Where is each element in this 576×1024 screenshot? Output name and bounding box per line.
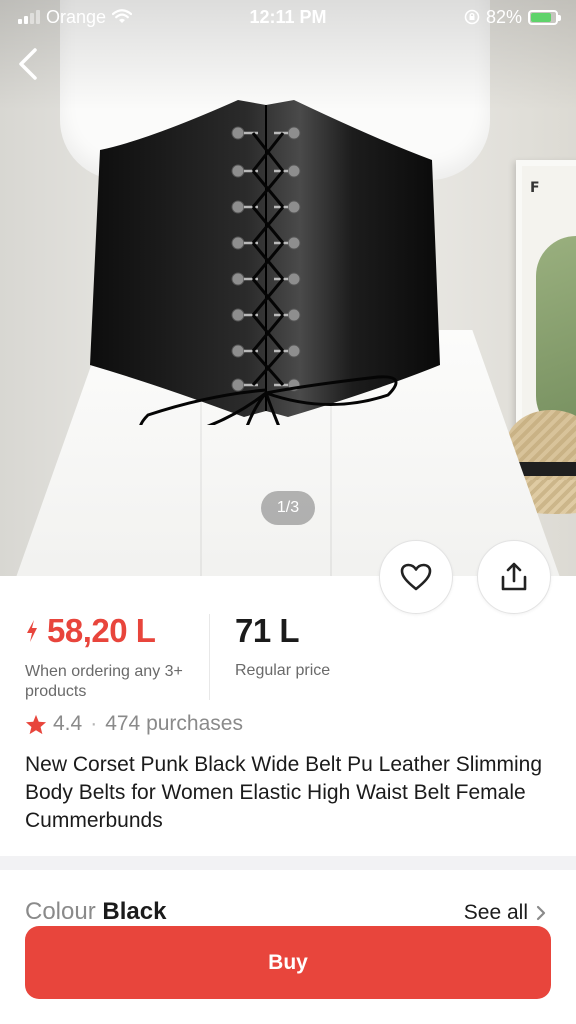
- carrier-name: Orange: [46, 6, 107, 27]
- purchase-count: 474 purchases: [105, 712, 243, 735]
- wifi-icon: [112, 9, 133, 23]
- status-left: Orange: [18, 7, 218, 28]
- favorite-button[interactable]: [379, 540, 453, 614]
- section-divider: [0, 856, 576, 870]
- product-info: 58,20 L When ordering any 3+ products 71…: [0, 576, 576, 858]
- regular-price-block: 71 L Regular price: [235, 612, 330, 680]
- sale-price: 58,20 L: [25, 612, 211, 650]
- sale-price-value: 58,20 L: [47, 612, 156, 649]
- bolt-icon: [27, 620, 37, 642]
- see-all-link[interactable]: See all: [464, 901, 546, 925]
- frame-leaf: [536, 236, 576, 436]
- corset-belt-image: [88, 95, 444, 526]
- rating-separator: ·: [90, 712, 98, 735]
- share-icon: [501, 562, 527, 591]
- rotation-lock-icon: [464, 9, 480, 25]
- battery-percent: 82%: [485, 6, 522, 27]
- product-title: New Corset Punk Black Wide Belt Pu Leath…: [25, 753, 543, 832]
- status-time: 12:11 PM: [249, 6, 327, 27]
- back-arrow-icon: [19, 48, 37, 80]
- price-divider: [209, 614, 210, 700]
- rating-row[interactable]: 4.4 · 474 purchases: [25, 712, 243, 736]
- rating-value: 4.4: [53, 712, 83, 735]
- corset-belt-svg: [90, 100, 440, 526]
- heart-icon: [400, 563, 432, 591]
- image-counter: 1/3: [261, 491, 315, 525]
- sale-price-block: 58,20 L When ordering any 3+ products: [25, 612, 211, 702]
- regular-price-note: Regular price: [235, 662, 331, 679]
- buy-button[interactable]: Buy: [25, 926, 551, 999]
- share-button[interactable]: [477, 540, 551, 614]
- see-all-label: See all: [463, 901, 528, 924]
- colour-label: Colour Black: [25, 898, 166, 926]
- price-row: 58,20 L When ordering any 3+ products: [25, 612, 211, 702]
- battery-icon: [528, 9, 561, 25]
- frame-text: F: [530, 180, 540, 196]
- status-right: 82%: [358, 6, 561, 28]
- status-bar: Orange 12:11 PM 82%: [0, 0, 576, 34]
- sale-price-note: When ordering any 3+ products: [25, 663, 183, 700]
- signal-icon: [18, 10, 40, 24]
- chevron-right-icon: [536, 905, 546, 921]
- back-button[interactable]: [8, 42, 48, 86]
- star-icon: [25, 714, 47, 734]
- regular-price: 71 L: [235, 612, 300, 649]
- product-image-gallery[interactable]: F 1/3: [0, 0, 576, 576]
- colour-key: Colour: [25, 898, 96, 925]
- colour-value: Black: [102, 898, 167, 925]
